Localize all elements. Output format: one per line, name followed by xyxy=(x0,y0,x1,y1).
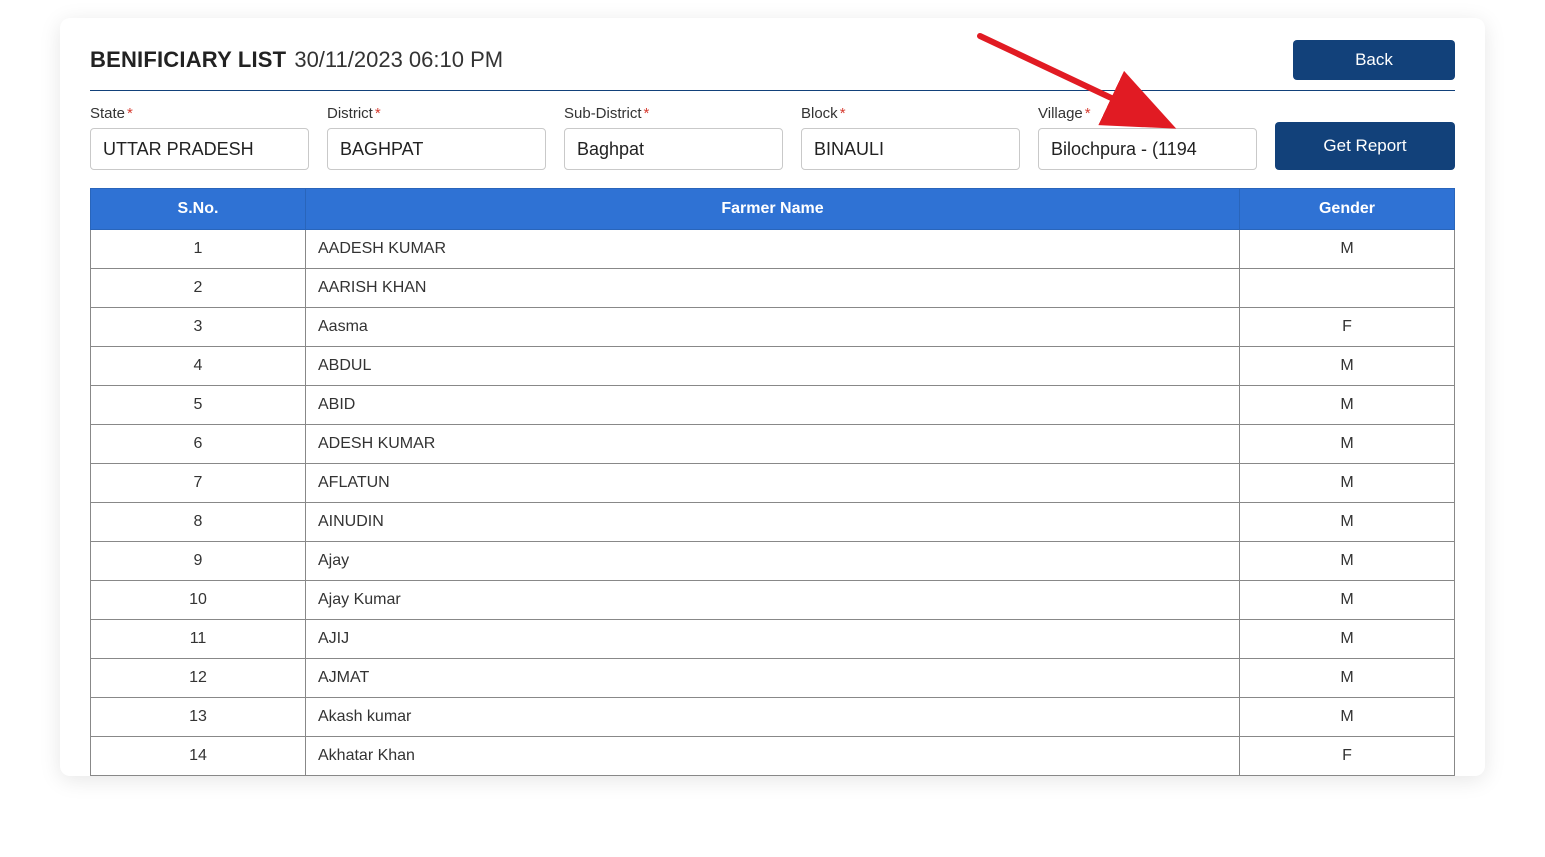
required-asterisk: * xyxy=(644,105,650,122)
cell-farmer-name: AFLATUN xyxy=(306,464,1240,503)
block-label: Block* xyxy=(801,105,1020,122)
cell-farmer-name: AJIJ xyxy=(306,620,1240,659)
village-field: Village* xyxy=(1038,105,1257,170)
cell-gender: M xyxy=(1240,230,1455,269)
cell-farmer-name: Ajay Kumar xyxy=(306,581,1240,620)
table-row: 10Ajay KumarM xyxy=(91,581,1455,620)
cell-sno: 2 xyxy=(91,269,306,308)
cell-sno: 5 xyxy=(91,386,306,425)
cell-farmer-name: ADESH KUMAR xyxy=(306,425,1240,464)
back-button[interactable]: Back xyxy=(1293,40,1455,80)
cell-gender: M xyxy=(1240,347,1455,386)
village-input[interactable] xyxy=(1038,128,1257,170)
cell-sno: 1 xyxy=(91,230,306,269)
table-row: 9AjayM xyxy=(91,542,1455,581)
page-title: BENIFICIARY LIST 30/11/2023 06:10 PM xyxy=(90,47,503,73)
table-body: 1AADESH KUMARM2AARISH KHAN3AasmaF4ABDULM… xyxy=(91,230,1455,776)
col-header-gender: Gender xyxy=(1240,189,1455,230)
required-asterisk: * xyxy=(375,105,381,122)
beneficiary-list-card: BENIFICIARY LIST 30/11/2023 06:10 PM Bac… xyxy=(60,18,1485,776)
state-label: State* xyxy=(90,105,309,122)
table-row: 3AasmaF xyxy=(91,308,1455,347)
beneficiary-table: S.No. Farmer Name Gender 1AADESH KUMARM2… xyxy=(90,188,1455,776)
cell-sno: 7 xyxy=(91,464,306,503)
cell-farmer-name: AINUDIN xyxy=(306,503,1240,542)
table-row: 14Akhatar KhanF xyxy=(91,737,1455,776)
table-row: 7AFLATUNM xyxy=(91,464,1455,503)
cell-farmer-name: ABDUL xyxy=(306,347,1240,386)
filter-bar: State* District* Sub-District* Block* Vi… xyxy=(90,105,1455,170)
cell-gender xyxy=(1240,269,1455,308)
district-input[interactable] xyxy=(327,128,546,170)
cell-farmer-name: AJMAT xyxy=(306,659,1240,698)
cell-gender: M xyxy=(1240,464,1455,503)
page-title-timestamp: 30/11/2023 06:10 PM xyxy=(294,47,503,73)
cell-farmer-name: AADESH KUMAR xyxy=(306,230,1240,269)
cell-farmer-name: ABID xyxy=(306,386,1240,425)
cell-sno: 13 xyxy=(91,698,306,737)
table-row: 11AJIJM xyxy=(91,620,1455,659)
village-label: Village* xyxy=(1038,105,1257,122)
cell-gender: M xyxy=(1240,698,1455,737)
table-row: 13Akash kumarM xyxy=(91,698,1455,737)
cell-farmer-name: Ajay xyxy=(306,542,1240,581)
cell-farmer-name: AARISH KHAN xyxy=(306,269,1240,308)
district-field: District* xyxy=(327,105,546,170)
cell-gender: M xyxy=(1240,425,1455,464)
table-header: S.No. Farmer Name Gender xyxy=(91,189,1455,230)
header-row: BENIFICIARY LIST 30/11/2023 06:10 PM Bac… xyxy=(90,40,1455,91)
table-row: 8AINUDINM xyxy=(91,503,1455,542)
cell-sno: 8 xyxy=(91,503,306,542)
table-row: 6ADESH KUMARM xyxy=(91,425,1455,464)
cell-sno: 12 xyxy=(91,659,306,698)
district-label: District* xyxy=(327,105,546,122)
cell-sno: 4 xyxy=(91,347,306,386)
block-input[interactable] xyxy=(801,128,1020,170)
cell-farmer-name: Akhatar Khan xyxy=(306,737,1240,776)
table-row: 12AJMATM xyxy=(91,659,1455,698)
cell-sno: 3 xyxy=(91,308,306,347)
cell-gender: F xyxy=(1240,308,1455,347)
cell-sno: 9 xyxy=(91,542,306,581)
cell-gender: M xyxy=(1240,542,1455,581)
state-input[interactable] xyxy=(90,128,309,170)
cell-farmer-name: Akash kumar xyxy=(306,698,1240,737)
cell-gender: M xyxy=(1240,386,1455,425)
cell-gender: M xyxy=(1240,659,1455,698)
table-row: 4ABDULM xyxy=(91,347,1455,386)
cell-sno: 6 xyxy=(91,425,306,464)
cell-gender: M xyxy=(1240,581,1455,620)
sub-district-label: Sub-District* xyxy=(564,105,783,122)
required-asterisk: * xyxy=(1085,105,1091,122)
cell-sno: 10 xyxy=(91,581,306,620)
cell-sno: 14 xyxy=(91,737,306,776)
col-header-sno: S.No. xyxy=(91,189,306,230)
cell-gender: M xyxy=(1240,620,1455,659)
sub-district-input[interactable] xyxy=(564,128,783,170)
page-title-text: BENIFICIARY LIST xyxy=(90,47,286,73)
cell-farmer-name: Aasma xyxy=(306,308,1240,347)
cell-sno: 11 xyxy=(91,620,306,659)
table-row: 2AARISH KHAN xyxy=(91,269,1455,308)
sub-district-field: Sub-District* xyxy=(564,105,783,170)
required-asterisk: * xyxy=(127,105,133,122)
cell-gender: M xyxy=(1240,503,1455,542)
table-row: 5ABIDM xyxy=(91,386,1455,425)
col-header-name: Farmer Name xyxy=(306,189,1240,230)
required-asterisk: * xyxy=(840,105,846,122)
cell-gender: F xyxy=(1240,737,1455,776)
block-field: Block* xyxy=(801,105,1020,170)
state-field: State* xyxy=(90,105,309,170)
table-row: 1AADESH KUMARM xyxy=(91,230,1455,269)
get-report-button[interactable]: Get Report xyxy=(1275,122,1455,170)
